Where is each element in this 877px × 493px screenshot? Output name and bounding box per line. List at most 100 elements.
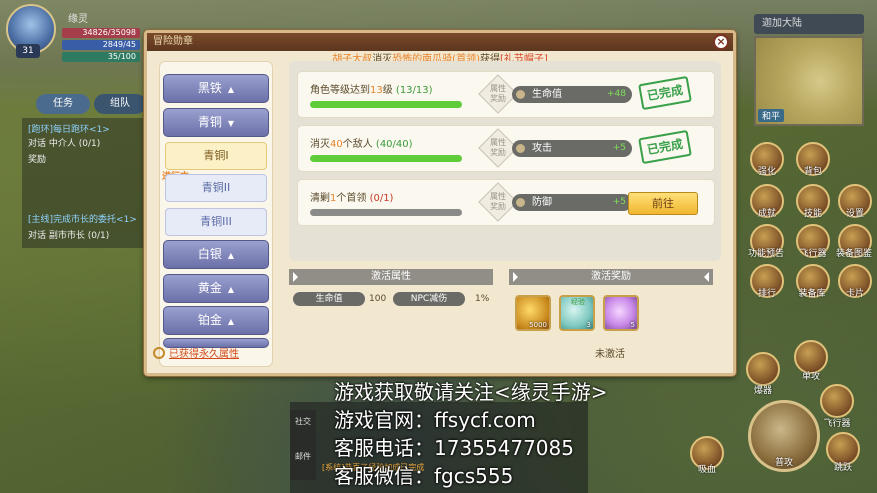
tab-team[interactable]: 组队 <box>94 94 146 114</box>
lifesteal-label: 吸血 <box>697 465 716 475</box>
sub-tier-bronze-2[interactable]: 青铜II <box>165 174 267 202</box>
tier-iron[interactable]: 黑铁 ▲ <box>163 74 269 103</box>
reward-bar: 生命值 +48 <box>512 86 632 103</box>
player-hp-bar: 34826/35098 <box>62 28 140 38</box>
task-progress-bar <box>310 155 462 162</box>
quest-reward-label: 奖励 <box>28 155 47 165</box>
player-frame[interactable]: 31 缘灵 34826/35098 2849/45 35/100 <box>6 4 140 62</box>
dialog-title: 冒险勋章 <box>153 36 193 47</box>
task-progress-fill <box>310 101 462 108</box>
activate-attr-name: NPC减伤 <box>393 292 465 306</box>
chevron-left-icon <box>704 272 709 282</box>
reward-bar: 攻击 +5 <box>512 140 632 157</box>
mail-button[interactable]: 邮件 <box>290 451 316 462</box>
achievement-label: 成就 <box>757 209 776 219</box>
card-label: 卡片 <box>845 289 864 299</box>
chat-sidebar: 社交 邮件 <box>290 410 316 480</box>
task-name: 清剿1个首领 (0/1) <box>310 193 394 204</box>
tier-platinum[interactable]: 铂金 ▲ <box>163 306 269 335</box>
expand-arrow-icon: ▲ <box>227 317 235 326</box>
adventure-medal-dialog: 冒险勋章 × 胡子大叔消灭恐怖的南瓜骑(首领)获得[礼节帽子] 黑铁 ▲ 青铜 ▼ … <box>144 30 736 376</box>
player-level: 31 <box>16 44 40 58</box>
map-name[interactable]: 迦加大陆 <box>754 14 864 34</box>
social-button[interactable]: 社交 <box>290 416 316 427</box>
quest-title[interactable]: [主线]完成市长的委托<1> <box>28 212 137 225</box>
tier-gold[interactable]: 黄金 ▲ <box>163 274 269 303</box>
quest-title[interactable]: [跑环]每日跑环<1> <box>28 122 110 135</box>
activate-reward-title: 激活奖励 <box>591 271 631 282</box>
quest-tracker: [跑环]每日跑环<1> 对话 中介人 (0/1) 奖励 [主线]完成市长的委托<… <box>22 118 146 248</box>
sub-tier-bronze-3[interactable]: 青铜III <box>165 208 267 236</box>
fly-label: 飞行器 <box>823 419 851 429</box>
expand-arrow-icon: ▲ <box>227 285 235 294</box>
fly-button[interactable] <box>820 384 854 418</box>
collapse-arrow-icon: ▼ <box>227 119 235 128</box>
settings-label: 设置 <box>845 209 864 219</box>
task-progress-bar <box>310 209 462 216</box>
reward-value: +48 <box>607 89 626 99</box>
reward-name: 生命值 <box>532 89 562 100</box>
attr-dot-icon <box>516 198 525 207</box>
dialog-header: 冒险勋章 × <box>147 33 733 51</box>
attr-reward-text: 属性 奖励 <box>490 192 506 211</box>
pk-mode[interactable]: 和平 <box>758 109 785 122</box>
attr-reward-text: 属性 奖励 <box>490 84 506 103</box>
watermark-line: 客服电话：17355477085 <box>334 436 574 460</box>
task-name: 消灭40个敌人 (40/40) <box>310 139 413 150</box>
burst-button[interactable] <box>746 352 780 386</box>
tier-silver[interactable]: 白银 ▲ <box>163 240 269 269</box>
chevron-right-icon <box>513 272 518 282</box>
single-attack-label: 单攻 <box>801 372 820 382</box>
bag-label: 背包 <box>803 167 822 177</box>
aircraft-label: 飞行器 <box>799 249 827 259</box>
watermark-line: 游戏官网：ffsycf.com <box>334 408 536 432</box>
chevron-right-icon <box>293 272 298 282</box>
task-card: 清剿1个首领 (0/1) 属性 奖励 防御 +5 前往 <box>297 179 715 226</box>
attr-dot-icon <box>516 144 525 153</box>
gold-coins-icon[interactable]: 5000 <box>515 295 551 331</box>
quest-objective[interactable]: 对话 中介人 (0/1) <box>28 136 100 149</box>
task-list: 角色等级达到13级 (13/13) 属性 奖励 生命值 +48 已完成 消灭40个敌… <box>289 61 721 261</box>
task-name: 角色等级达到13级 (13/13) <box>310 85 433 96</box>
watermark-line: 游戏获取敬请关注<缘灵手游> <box>334 380 608 404</box>
item-quantity: 3 <box>586 321 591 329</box>
activate-attr-header: 激活属性 <box>289 269 493 285</box>
attr-dot-icon <box>516 90 525 99</box>
completed-stamp: 已完成 <box>638 129 692 165</box>
activate-reward-header: 激活奖励 <box>509 269 713 285</box>
goto-button[interactable]: 前往 <box>628 192 698 215</box>
minimap[interactable]: 和平 <box>754 36 864 126</box>
reward-value: +5 <box>612 143 626 153</box>
player-name: 缘灵 <box>68 14 88 25</box>
gem-icon[interactable]: 5 <box>603 295 639 331</box>
close-icon[interactable]: × <box>713 34 729 50</box>
expand-arrow-icon: ▲ <box>227 85 235 94</box>
scroll-icon[interactable]: 经验 3 <box>559 295 595 331</box>
permanent-attributes-link[interactable]: 已获得永久属性 <box>153 345 239 360</box>
sub-tier-bronze-1[interactable]: 青铜I <box>165 142 267 170</box>
tab-task[interactable]: 任务 <box>36 94 90 114</box>
burst-label: 爆器 <box>753 386 772 396</box>
enhance-label: 强化 <box>757 167 776 177</box>
quest-objective[interactable]: 对话 副市市长 (0/1) <box>28 228 109 241</box>
watermark-line: 客服微信：fgcs555 <box>334 464 514 488</box>
reward-status: 未激活 <box>595 349 625 360</box>
activate-attr-title: 激活属性 <box>371 271 411 282</box>
reward-bar: 防御 +5 <box>512 194 632 211</box>
item-tag: 经验 <box>571 298 585 306</box>
activate-attr-value: 1% <box>475 294 490 304</box>
equip-guide-label: 装备图鉴 <box>835 249 872 259</box>
tier-bronze[interactable]: 青铜 ▼ <box>163 108 269 137</box>
activate-attr-value: 100 <box>369 294 387 304</box>
tier-label: 黄金 <box>197 281 222 295</box>
expand-arrow-icon: ▲ <box>227 251 235 260</box>
skill-label: 技能 <box>803 209 822 219</box>
player-xp-bar: 35/100 <box>62 52 140 62</box>
jump-label: 跳跃 <box>833 463 852 473</box>
activate-attr-row: 生命值 100 NPC减伤 1% <box>293 292 493 306</box>
completed-stamp: 已完成 <box>638 75 692 111</box>
task-card: 角色等级达到13级 (13/13) 属性 奖励 生命值 +48 已完成 <box>297 71 715 118</box>
attr-reward-text: 属性 奖励 <box>490 138 506 157</box>
reward-name: 防御 <box>532 197 552 208</box>
equip-store-label: 装备库 <box>798 289 826 299</box>
